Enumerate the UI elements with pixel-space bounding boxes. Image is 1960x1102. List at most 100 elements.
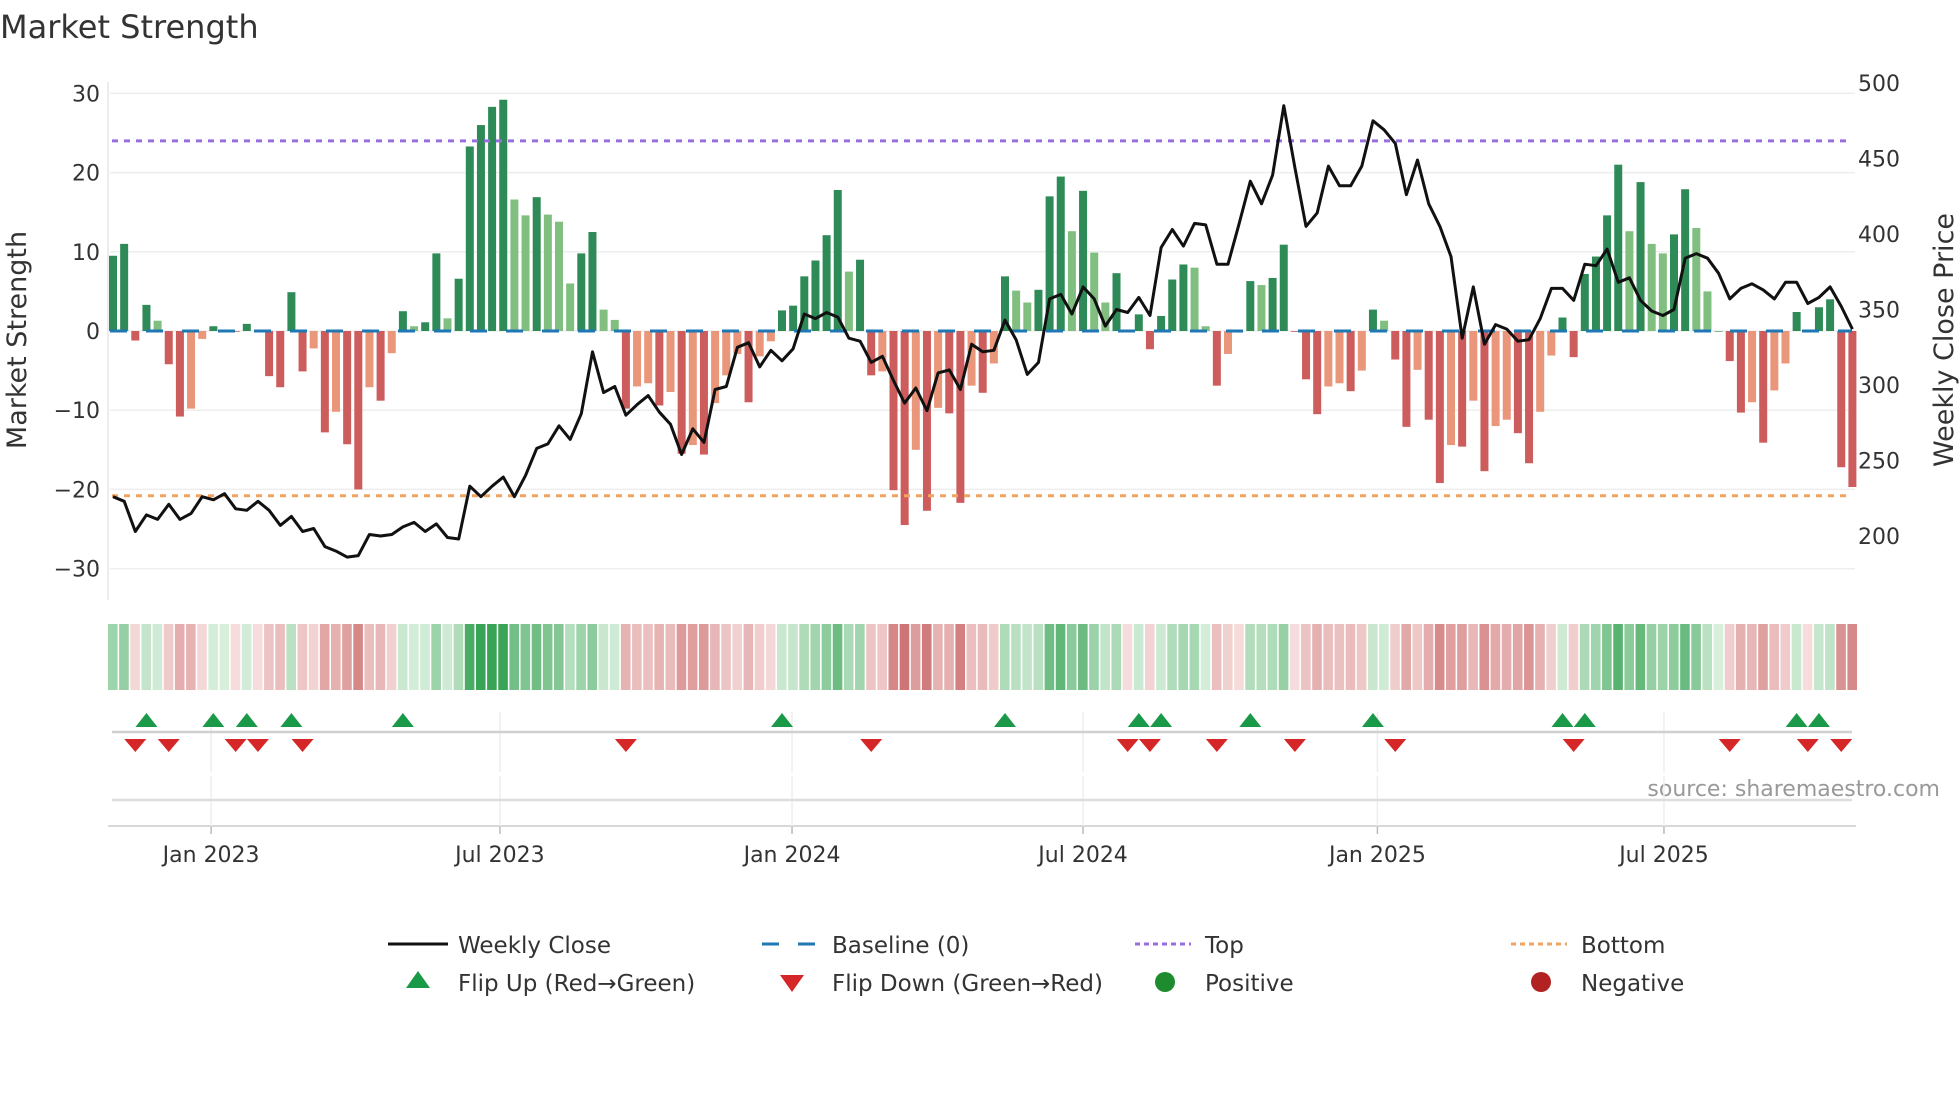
- strip-cell: [1356, 624, 1367, 690]
- strip-cell: [1200, 624, 1211, 690]
- circle-icon: [1531, 972, 1551, 992]
- strength-bar: [1792, 311, 1801, 331]
- x-tick-label: Jul 2025: [1617, 843, 1709, 868]
- legend-label: Flip Down (Green→Red): [832, 971, 1103, 997]
- strength-bar: [1346, 331, 1355, 392]
- strip-cell: [1434, 624, 1445, 690]
- legend-label: Weekly Close: [458, 933, 611, 959]
- strip-cell: [1267, 624, 1278, 690]
- strip-cell: [197, 624, 207, 690]
- strip-cell: [1501, 624, 1512, 690]
- flip-up-icon: [391, 713, 414, 727]
- market-strength-chart: Market Strength Market Strength Weekly C…: [0, 8, 1960, 997]
- x-tick-label: Jan 2025: [1327, 843, 1426, 868]
- x-tick-label: Jan 2024: [742, 843, 841, 868]
- strength-bar: [1447, 331, 1455, 446]
- strength-bar: [655, 331, 664, 406]
- strip-cell: [1167, 624, 1177, 690]
- strength-bar: [242, 323, 251, 331]
- strength-bar: [1736, 331, 1745, 413]
- strip-cell: [1747, 624, 1757, 690]
- y-tick-label: −20: [54, 478, 100, 503]
- strip-cell: [353, 624, 363, 690]
- strip-cell: [799, 624, 809, 690]
- strip-cell: [1178, 624, 1188, 690]
- strip-cell: [1657, 624, 1668, 690]
- strip-cell: [1144, 624, 1155, 690]
- strength-bar: [1402, 331, 1411, 427]
- strip-cell: [565, 624, 575, 690]
- strip-cell: [1089, 624, 1099, 690]
- strength-bar: [1090, 252, 1099, 331]
- strip-cell: [163, 624, 174, 690]
- strip-cell: [1423, 624, 1434, 690]
- strip-cell: [554, 624, 564, 690]
- legend-label: Top: [1204, 933, 1244, 959]
- strength-bar: [1268, 277, 1277, 331]
- flip-down-icon: [157, 739, 180, 752]
- strength-bar: [187, 331, 196, 409]
- strength-bar: [811, 260, 820, 331]
- flip-down-icon: [1718, 739, 1741, 752]
- strength-bar: [309, 331, 318, 349]
- strip-cell: [1590, 624, 1601, 690]
- y2-tick-label: 350: [1858, 299, 1900, 324]
- strip-cell: [843, 624, 854, 690]
- strip-cell: [620, 624, 631, 690]
- strength-bar: [1770, 331, 1779, 391]
- strength-bar: [644, 331, 653, 384]
- flip-down-icon: [1138, 739, 1161, 752]
- strip-cell: [1535, 624, 1545, 690]
- circle-icon: [1155, 972, 1175, 992]
- strip-cell: [1122, 624, 1133, 690]
- strip-cell: [1401, 624, 1411, 690]
- strength-bar: [1502, 331, 1511, 420]
- strength-bar: [1814, 307, 1823, 331]
- strength-bar: [131, 331, 140, 341]
- strip-cell: [1825, 624, 1835, 690]
- flip-up-icon: [1807, 713, 1830, 727]
- strength-bar: [521, 215, 530, 331]
- strength-bar: [376, 331, 385, 401]
- strength-bar: [789, 305, 798, 331]
- strip-cell: [1334, 624, 1345, 690]
- strength-bar: [1190, 267, 1199, 331]
- strip-cell: [409, 624, 419, 690]
- reference-lines: [110, 139, 1852, 498]
- strength-bar: [1246, 281, 1255, 331]
- strip-cell: [1379, 624, 1389, 690]
- chart-title: Market Strength: [0, 8, 259, 46]
- strip-cell: [219, 624, 230, 690]
- strength-bar: [633, 331, 642, 387]
- strip-cell: [1367, 624, 1378, 690]
- strip-cell: [754, 624, 765, 690]
- strip-cell: [721, 624, 731, 690]
- strip-cell: [252, 624, 263, 690]
- strip-cell: [1256, 624, 1267, 690]
- y-tick-label: −10: [54, 399, 100, 424]
- strength-bar: [454, 278, 463, 331]
- strip-cell: [375, 624, 386, 690]
- strip-cell: [1323, 624, 1333, 690]
- strip-cell: [1724, 624, 1735, 690]
- flip-down-icon: [1562, 739, 1585, 752]
- strip-cell: [1680, 624, 1690, 690]
- strip-cell: [743, 624, 754, 690]
- strip-cell: [1791, 624, 1802, 690]
- strength-bar: [1413, 331, 1422, 370]
- strength-bar: [1525, 331, 1534, 464]
- strip-cell: [1813, 624, 1824, 690]
- flip-down-icon: [1283, 739, 1306, 752]
- strip-cell: [475, 624, 486, 690]
- flip-up-icon: [771, 713, 793, 727]
- strength-bar: [1647, 243, 1656, 331]
- y2-tick-label: 250: [1858, 450, 1900, 475]
- strip-cell: [1011, 624, 1021, 690]
- strength-bar: [1469, 331, 1478, 401]
- strength-bar: [844, 271, 853, 331]
- strength-bar: [1391, 331, 1400, 360]
- strip-cell: [397, 624, 408, 690]
- flip-up-icon: [1551, 713, 1574, 727]
- strength-bar: [1324, 331, 1333, 387]
- flip-up-icon: [1239, 713, 1262, 727]
